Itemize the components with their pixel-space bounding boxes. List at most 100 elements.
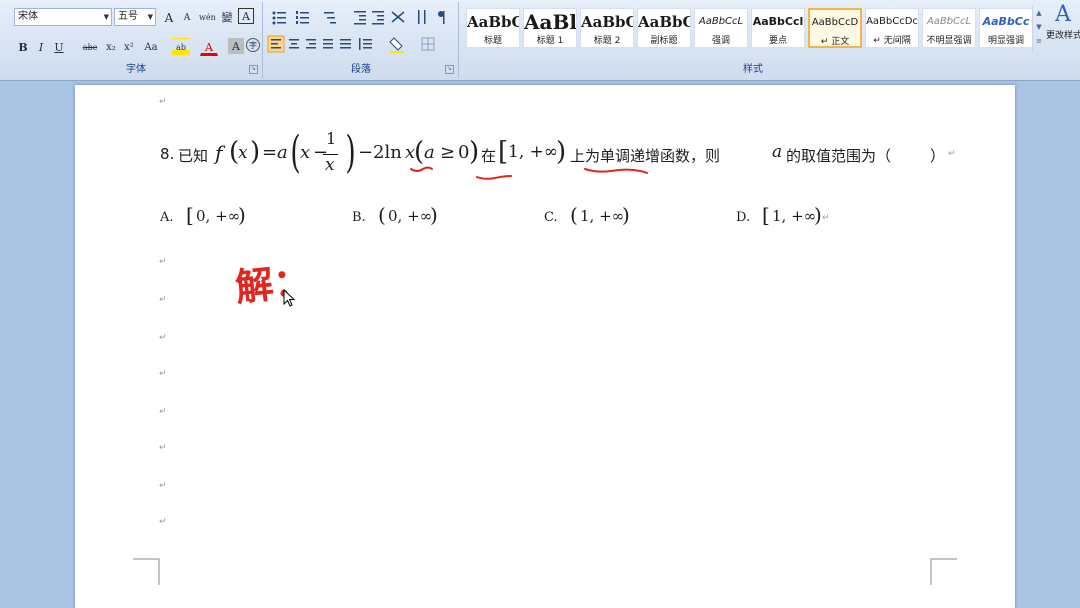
sort-icon[interactable] — [418, 10, 426, 24]
align-left-icon[interactable] — [267, 35, 285, 53]
strikethrough-icon: abc — [82, 43, 98, 52]
style-item[interactable]: AaBbCcDc ↵ 无间隔 — [865, 8, 919, 48]
style-item[interactable]: AaBbCc 明显强调 — [979, 8, 1033, 48]
grow-font-icon: A — [164, 11, 174, 25]
style-item[interactable]: AaBbCcl 要点 — [751, 8, 805, 48]
style-sample: AaBbC — [581, 13, 633, 31]
style-name: 要点 — [768, 36, 787, 46]
empty-paragraph-mark: ↵ — [159, 517, 167, 527]
interval-body: 1, +∞ — [508, 142, 559, 162]
change-styles-button[interactable]: A 更改样式 — [1046, 2, 1080, 78]
style-sample: AaBbC — [467, 13, 519, 31]
option-bracket-open: [ — [186, 203, 194, 227]
geq-sign: ≥ — [440, 142, 456, 163]
bold-button[interactable]: B — [14, 38, 32, 56]
font-name-combo[interactable]: 宋体 ▼ — [14, 8, 112, 26]
param-a: a — [277, 142, 288, 163]
two-ln: 2ln — [373, 142, 402, 163]
superscript-button[interactable]: x² — [120, 38, 138, 56]
style-sample: AaBbCcL — [926, 16, 972, 27]
dialog-launcher-icon[interactable]: ↘ — [249, 65, 258, 74]
option-body: 0, +∞ — [388, 207, 433, 225]
var-x-2: x — [300, 142, 311, 163]
change-case-button[interactable]: Aa — [140, 38, 162, 56]
phonetic-guide-button[interactable]: wén — [198, 8, 216, 26]
change-case-icon: Aa — [144, 42, 158, 53]
handwritten-note: 解： — [233, 257, 314, 310]
style-sample: AaBbCcl — [752, 15, 804, 28]
fraction-numerator: 1 — [326, 129, 337, 148]
align-right-icon[interactable] — [306, 39, 316, 49]
decrease-indent-icon[interactable] — [354, 11, 366, 25]
multilevel-list-icon[interactable] — [324, 12, 336, 24]
style-item[interactable]: AaBbC 标题 — [466, 8, 520, 48]
option-b[interactable]: B. (0, +∞) — [352, 203, 532, 231]
minus-sign-2: − — [358, 142, 374, 163]
align-center-icon[interactable] — [289, 39, 299, 49]
option-d[interactable]: D. [1, +∞) ↵ — [736, 203, 916, 231]
char-shading-button[interactable]: A — [228, 38, 244, 54]
dialog-launcher-icon[interactable]: ↘ — [445, 65, 454, 74]
justify-icon[interactable] — [323, 39, 333, 49]
style-item[interactable]: AaBbCcL 强调 — [694, 8, 748, 48]
italic-icon: I — [38, 41, 44, 54]
big-paren-close: ) — [345, 127, 356, 178]
style-item[interactable]: AaBbC 副标题 — [637, 8, 691, 48]
distributed-icon[interactable] — [340, 39, 351, 49]
char-border-button[interactable]: A — [238, 8, 254, 24]
chinese-layout-icon[interactable] — [391, 11, 405, 23]
cond-a: a — [424, 142, 435, 163]
line-spacing-icon[interactable] — [359, 38, 372, 50]
enclose-char-button[interactable]: 字 — [246, 38, 260, 52]
style-item[interactable]: AaBbC 标题 2 — [580, 8, 634, 48]
interval-bracket-open: [ — [498, 137, 509, 167]
func-name: f — [215, 141, 223, 165]
clear-format-button[interactable]: 變 — [218, 8, 236, 26]
shrink-font-button[interactable]: A — [178, 8, 196, 26]
paragraph-group-label: 段落 — [351, 64, 371, 75]
strikethrough-button[interactable]: abc — [80, 38, 100, 56]
underline-icon: U — [54, 41, 64, 54]
question-close: ） — [930, 147, 946, 165]
document-page[interactable]: ↵ ↵ ↵ ↵ ↵ ↵ ↵ ↵ ↵ 8. 已知 f ( x ) = a ( x − 1 x ) … — [75, 85, 1015, 608]
borders-icon[interactable] — [421, 37, 435, 51]
show-marks-icon[interactable] — [438, 11, 445, 24]
style-name: 标题 2 — [593, 36, 621, 46]
question-line[interactable]: 8. 已知 f ( x ) = a ( x − 1 x ) − 2ln x ( … — [160, 127, 956, 181]
style-item[interactable]: AaBl 标题 1 — [523, 8, 577, 48]
question-lead: 已知 — [178, 147, 209, 165]
cond-paren-open: ( — [414, 137, 425, 167]
font-size-combo[interactable]: 五号 ▼ — [114, 8, 156, 26]
style-item[interactable]: AaBbCcL 不明显强调 — [922, 8, 976, 48]
gallery-more-icon[interactable]: ≡ — [1033, 34, 1045, 48]
gallery-down-icon[interactable]: ▼ — [1033, 20, 1045, 34]
paragraph-mark: ↵ — [948, 149, 956, 159]
chevron-down-icon: ▼ — [103, 13, 109, 21]
bullets-icon[interactable] — [272, 11, 287, 25]
question-tail: 的取值范围为（ — [786, 147, 892, 165]
phonetic-icon: wén — [199, 13, 216, 22]
shading-icon[interactable] — [389, 37, 404, 53]
font-color-button[interactable]: A — [200, 38, 218, 56]
char-shading-icon: A — [232, 40, 240, 53]
gallery-up-icon[interactable]: ▲ — [1033, 6, 1045, 20]
equals-sign: = — [262, 142, 278, 163]
increase-indent-icon[interactable] — [372, 11, 384, 25]
param-a-2: a — [772, 142, 783, 162]
font-color-icon: A — [205, 41, 213, 54]
italic-button[interactable]: I — [32, 38, 50, 56]
styles-group-label: 样式 — [743, 64, 763, 75]
paragraph-group: 段落 ↘ — [264, 2, 459, 78]
style-item[interactable]: AaBbCcD ↵ 正文 — [808, 8, 862, 48]
numbering-icon[interactable] — [296, 11, 309, 24]
gallery-scroll[interactable]: ▲ ▼ ≡ — [1032, 6, 1045, 52]
grow-font-button[interactable]: A — [160, 8, 178, 26]
highlight-button[interactable]: ab — [172, 38, 190, 56]
empty-paragraph-mark: ↵ — [159, 295, 167, 305]
option-bracket-open: ( — [378, 203, 386, 227]
underline-button[interactable]: U — [50, 38, 68, 56]
chevron-down-icon: ▼ — [147, 13, 153, 21]
option-a[interactable]: A. [0, +∞) — [160, 203, 340, 231]
subscript-button[interactable]: x₂ — [102, 38, 120, 56]
option-c[interactable]: C. (1, +∞) — [544, 203, 724, 231]
